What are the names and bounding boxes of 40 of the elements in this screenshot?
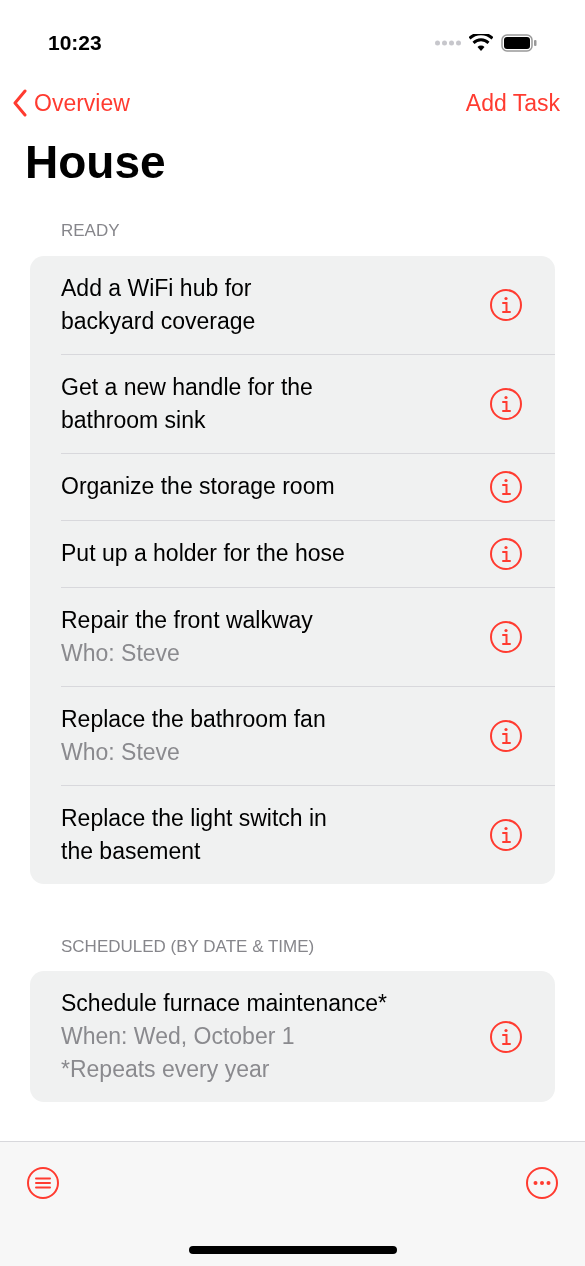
section-header: READY — [60, 220, 121, 242]
info-icon[interactable] — [489, 287, 523, 322]
list-icon[interactable] — [26, 1166, 60, 1200]
chevron-left-icon — [12, 89, 28, 117]
task-title: Organize the storage room — [61, 472, 336, 501]
wifi-icon — [469, 34, 493, 52]
battery-icon — [501, 34, 537, 52]
add-task-button[interactable]: Add Task — [465, 85, 560, 121]
page-title: House — [24, 135, 167, 190]
status-time: 10:23 — [48, 30, 102, 57]
task-row[interactable]: Repair the front walkway Who: Steve — [61, 586, 555, 686]
more-icon[interactable] — [525, 1166, 559, 1200]
task-title: Add a WiFi hub for backyard coverage — [61, 273, 257, 336]
info-icon[interactable] — [489, 1019, 523, 1054]
task-title: Replace the light switch in the basement — [61, 803, 328, 866]
task-title: Get a new handle for the bathroom sink — [61, 372, 314, 435]
task-detail: *Repeats every year — [61, 1055, 271, 1084]
task-title: Repair the front walkway — [61, 605, 314, 635]
task-row[interactable]: Add a WiFi hub for backyard coverage — [61, 255, 555, 354]
task-row[interactable]: Get a new handle for the bathroom sink — [61, 353, 555, 453]
info-icon[interactable] — [489, 718, 523, 753]
info-icon[interactable] — [489, 536, 523, 571]
task-title: Put up a holder for the hose — [61, 539, 346, 568]
signal-icon — [435, 40, 461, 46]
section-header: SCHEDULED (BY DATE & TIME) — [60, 935, 316, 958]
task-detail: When: Wed, October 1 — [61, 1022, 296, 1051]
task-row[interactable]: Schedule furnace maintenance* When: Wed, October 1 *Repeats every year — [61, 971, 555, 1102]
task-title: Schedule furnace maintenance* — [61, 989, 389, 1018]
task-detail: Who: Steve — [61, 737, 181, 767]
task-row[interactable]: Organize the storage room — [61, 452, 555, 520]
info-icon[interactable] — [489, 619, 523, 654]
back-button[interactable]: Overview — [12, 85, 130, 121]
info-icon[interactable] — [489, 469, 523, 504]
task-row[interactable]: Replace the light switch in the basement — [61, 784, 555, 884]
task-row[interactable]: Put up a holder for the hose — [61, 519, 555, 587]
task-detail: Who: Steve — [61, 638, 181, 668]
info-icon[interactable] — [489, 386, 523, 421]
task-title: Replace the bathroom fan — [61, 704, 327, 734]
task-row[interactable]: Replace the bathroom fan Who: Steve — [61, 685, 555, 785]
info-icon[interactable] — [489, 817, 523, 852]
